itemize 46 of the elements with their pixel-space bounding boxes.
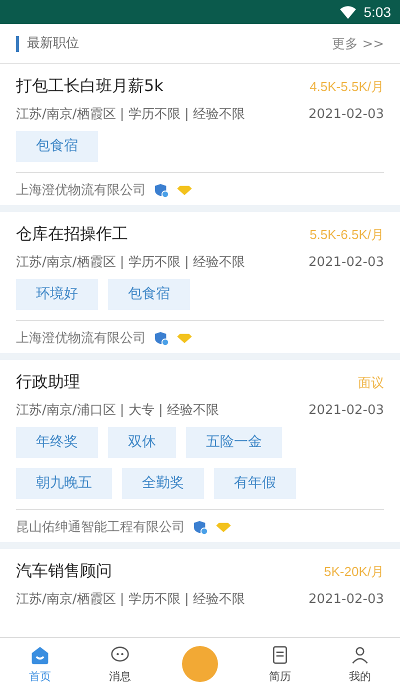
benefit-tag: 全勤奖 <box>122 468 204 499</box>
diamond-icon <box>177 332 192 344</box>
job-title[interactable]: 仓库在招操作工 <box>16 224 128 245</box>
job-title[interactable]: 行政助理 <box>16 372 80 393</box>
job-requirements: 江苏/南京/栖霞区 | 学历不限 | 经验不限 <box>16 254 246 271</box>
home-icon <box>30 644 50 664</box>
post-date: 2021-02-03 <box>308 254 384 270</box>
job-requirements: 江苏/南京/栖霞区 | 学历不限 | 经验不限 <box>16 106 246 123</box>
salary: 4.5K-5.5K/月 <box>310 78 384 96</box>
document-icon <box>270 644 290 664</box>
wifi-icon <box>340 6 356 18</box>
publish-circle-icon <box>182 646 218 682</box>
post-date: 2021-02-03 <box>308 106 384 122</box>
salary: 面议 <box>358 374 384 392</box>
salary: 5K-20K/月 <box>324 562 384 580</box>
verified-shield-icon <box>193 520 208 534</box>
benefit-tag: 有年假 <box>214 468 296 499</box>
nav-tab[interactable]: 简历 <box>240 638 320 690</box>
benefit-tag: 包食宿 <box>108 279 190 310</box>
benefit-tag: 五险一金 <box>186 427 282 458</box>
benefit-tag: 包食宿 <box>16 131 98 162</box>
post-date: 2021-02-03 <box>308 592 384 606</box>
benefit-tag: 年终奖 <box>16 427 98 458</box>
job-title[interactable]: 汽车销售顾问 <box>16 561 112 582</box>
benefit-tag: 环境好 <box>16 279 98 310</box>
company-name[interactable]: 上海澄优物流有限公司 <box>16 329 146 347</box>
company-name[interactable]: 昆山佑绅通智能工程有限公司 <box>16 518 185 536</box>
status-time: 5:03 <box>364 4 391 20</box>
job-title[interactable]: 打包工长白班月薪5k <box>16 76 164 97</box>
section-title: 最新职位 <box>16 36 79 52</box>
post-date: 2021-02-03 <box>308 402 384 418</box>
company-name[interactable]: 上海澄优物流有限公司 <box>16 181 146 199</box>
person-icon <box>350 644 370 664</box>
verified-shield-icon <box>154 330 169 346</box>
diamond-icon <box>177 184 192 196</box>
benefit-tag: 朝九晚五 <box>16 468 112 499</box>
more-link[interactable]: 更多 >> <box>332 34 384 52</box>
chat-icon <box>110 644 130 664</box>
diamond-icon <box>216 522 231 532</box>
benefit-tag: 双休 <box>108 427 176 458</box>
nav-tab[interactable]: 我的 <box>320 638 400 690</box>
verified-shield-icon <box>154 182 169 198</box>
job-requirements: 江苏/南京/栖霞区 | 学历不限 | 经验不限 <box>16 591 246 608</box>
salary: 5.5K-6.5K/月 <box>310 226 384 244</box>
job-requirements: 江苏/南京/浦口区 | 大专 | 经验不限 <box>16 402 220 419</box>
nav-tab[interactable]: 消息 <box>80 638 160 690</box>
